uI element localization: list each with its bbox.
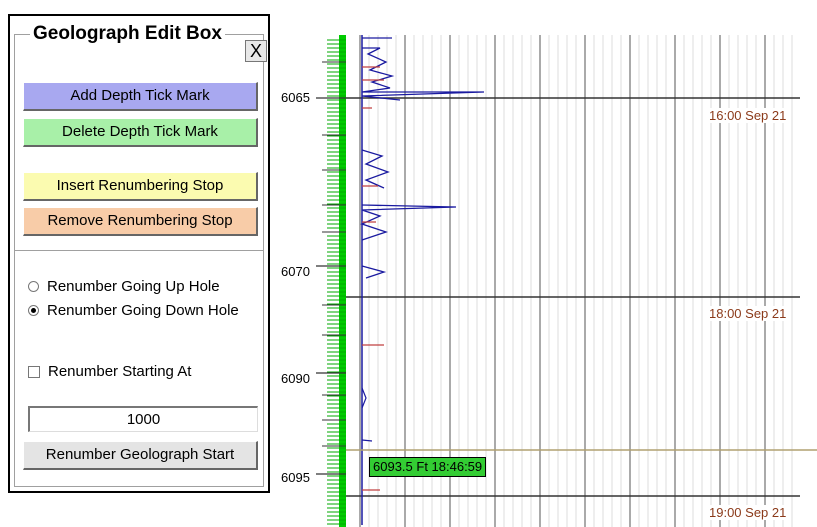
cursor-readout: 6093.5 Ft 18:46:59 — [369, 457, 487, 477]
time-label-1800: 18:00 Sep 21 — [707, 306, 789, 321]
close-button[interactable]: X — [245, 40, 267, 62]
geolograph-edit-box: Geolograph Edit Box X Add Depth Tick Mar… — [8, 14, 270, 493]
panel-divider — [14, 250, 264, 251]
checkbox-starting-at[interactable] — [28, 365, 40, 378]
renumber-starting-at-option[interactable]: Renumber Starting At — [28, 363, 191, 380]
time-label-1600: 16:00 Sep 21 — [707, 108, 789, 123]
depth-label-6095: 6095 — [281, 470, 310, 485]
renumber-starting-at-label: Renumber Starting At — [48, 363, 192, 380]
trace-accent — [362, 66, 384, 491]
trace-middle — [360, 149, 457, 279]
add-depth-tick-button[interactable]: Add Depth Tick Mark — [23, 82, 258, 111]
renumber-down-hole-option[interactable]: Renumber Going Down Hole — [28, 302, 239, 319]
radio-up-hole[interactable] — [28, 281, 39, 292]
insert-renumbering-stop-button[interactable]: Insert Renumbering Stop — [23, 172, 258, 201]
depth-label-6065: 6065 — [281, 90, 310, 105]
radio-down-hole[interactable] — [28, 305, 39, 316]
panel-title: Geolograph Edit Box — [30, 23, 225, 45]
renumber-geolograph-start-button[interactable]: Renumber Geolograph Start — [23, 441, 258, 470]
remove-renumbering-stop-button[interactable]: Remove Renumbering Stop — [23, 207, 258, 236]
renumber-down-hole-label: Renumber Going Down Hole — [47, 302, 239, 319]
depth-label-6070: 6070 — [281, 264, 310, 279]
renumber-up-hole-option[interactable]: Renumber Going Up Hole — [28, 278, 220, 295]
delete-depth-tick-button[interactable]: Delete Depth Tick Mark — [23, 118, 258, 147]
time-label-1900: 19:00 Sep 21 — [707, 505, 789, 520]
trace-lower — [361, 387, 373, 442]
depth-track-bar — [339, 35, 346, 527]
start-value-input[interactable]: 1000 — [28, 406, 258, 432]
depth-label-6090: 6090 — [281, 371, 310, 386]
renumber-up-hole-label: Renumber Going Up Hole — [47, 278, 220, 295]
